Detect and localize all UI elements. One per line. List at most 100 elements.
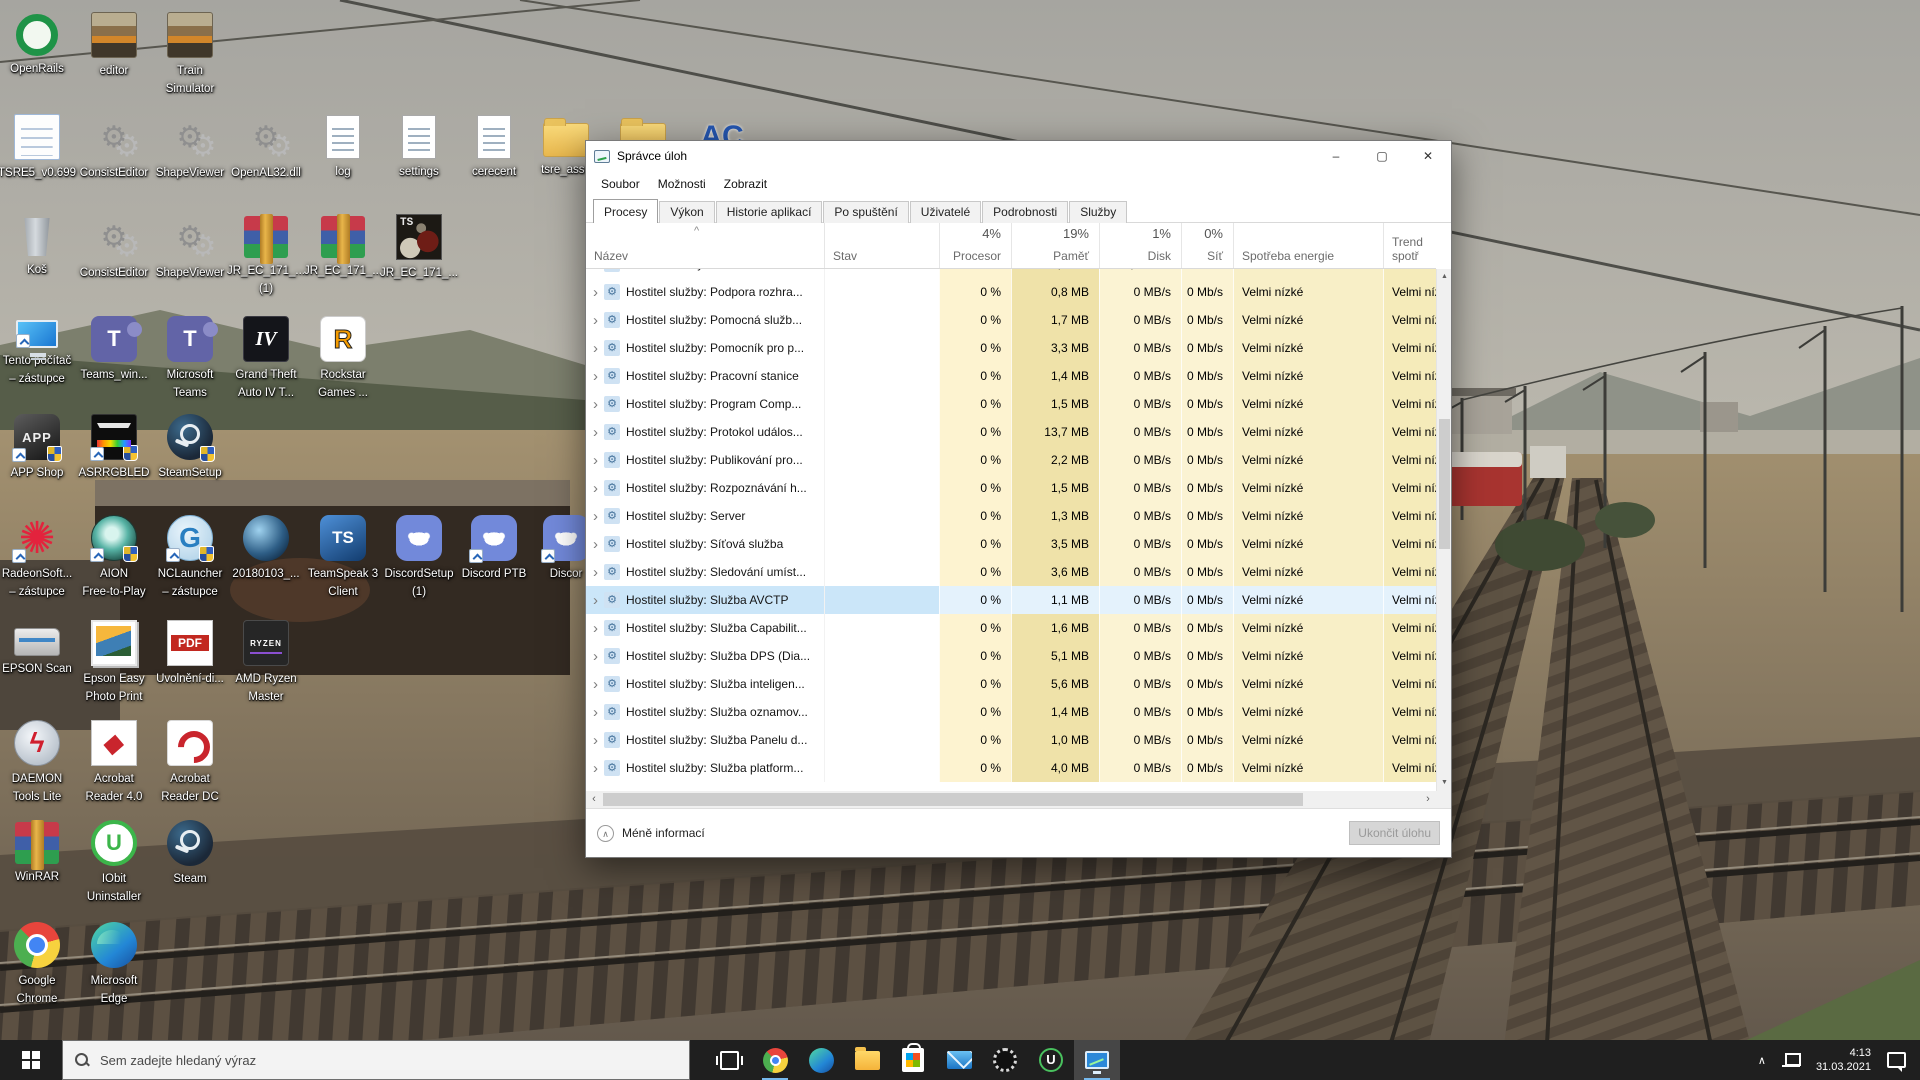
process-row[interactable]: › ⚙ Hostitel služby: Program Comp... 0 %… <box>586 390 1436 418</box>
tab[interactable]: Historie aplikací <box>716 201 823 223</box>
taskbar-iobit-button[interactable]: U <box>1028 1040 1074 1080</box>
desktop-icon-openal32-dll[interactable]: ⚙ OpenAL32.dll <box>224 114 308 181</box>
desktop-icon-jr-ec-171[interactable]: TS JR_EC_171_... <box>377 214 461 281</box>
process-row[interactable]: › ⚙ Hostitel služby: Služba oznamov... 0… <box>586 698 1436 726</box>
desktop-icon-jr-ec-171[interactable]: JR_EC_171_... (1) <box>224 214 308 297</box>
desktop-icon-steam[interactable]: Steam <box>148 820 232 887</box>
desktop-icon-app-shop[interactable]: APP APP Shop <box>0 414 79 481</box>
process-row[interactable]: › ⚙ Hostitel služby: Pomocník pro p... 0… <box>586 334 1436 362</box>
process-row[interactable]: › ⚙ Hostitel služby: Služba AVCTP 0 % 1,… <box>586 586 1436 614</box>
expand-chevron-icon[interactable]: › <box>593 269 598 272</box>
desktop-icon-openrails[interactable]: OpenRails <box>0 12 79 77</box>
expand-chevron-icon[interactable]: › <box>593 285 598 300</box>
process-row[interactable]: › ⚙ Hostitel služby: Server 0 % 1,3 MB 0… <box>586 502 1436 530</box>
expand-chevron-icon[interactable]: › <box>593 369 598 384</box>
start-button[interactable] <box>0 1040 62 1080</box>
column-network[interactable]: 0% Síť <box>1181 223 1233 268</box>
process-row[interactable]: › ⚙ Hostitel služby: Síťová služba 0 % 3… <box>586 530 1436 558</box>
desktop-icon-jr-ec-171[interactable]: JR_EC_171_... <box>301 214 385 279</box>
taskbar-search-input[interactable]: Sem zadejte hledaný výraz <box>62 1040 690 1080</box>
desktop-icon-daemon[interactable]: ϟ DAEMON Tools Lite <box>0 720 79 805</box>
taskbar-gear-button[interactable] <box>982 1040 1028 1080</box>
desktop-icon-amd-ryzen[interactable]: RYZEN AMD Ryzen Master <box>224 620 308 705</box>
taskbar-chrome-button[interactable] <box>752 1040 798 1080</box>
expand-chevron-icon[interactable]: › <box>593 509 598 524</box>
desktop-icon-20180103[interactable]: 20180103_... <box>224 515 308 582</box>
tab[interactable]: Uživatelé <box>910 201 981 223</box>
taskbar-taskmgr-button[interactable] <box>1074 1040 1120 1080</box>
taskbar-clock[interactable]: 4:13 31.03.2021 <box>1816 1046 1871 1075</box>
column-name[interactable]: ^ Název <box>586 223 824 268</box>
taskbar-taskview-button[interactable] <box>706 1040 752 1080</box>
expand-chevron-icon[interactable]: › <box>593 761 598 776</box>
desktop-icon-tento-po-ta[interactable]: Tento počítač – zástupce <box>0 316 79 387</box>
process-row[interactable]: › ⚙ Hostitel služby: Služba platform... … <box>586 754 1436 782</box>
desktop-icon-grand-theft[interactable]: IV Grand Theft Auto IV T... <box>224 316 308 401</box>
desktop-icon-asrrgbled[interactable]: ASRRGBLED <box>72 414 156 481</box>
desktop-icon-ko[interactable]: Koš <box>0 214 79 278</box>
scroll-down-icon[interactable]: ▼ <box>1437 775 1452 791</box>
scroll-left-icon[interactable]: ‹ <box>586 791 602 808</box>
desktop-icon-settings[interactable]: settings <box>377 114 461 180</box>
action-center-icon[interactable] <box>1887 1052 1906 1068</box>
process-row[interactable]: › ⚙ Hostitel služby: Protokol událos... … <box>586 418 1436 446</box>
tab[interactable]: Procesy <box>593 199 658 223</box>
expand-chevron-icon[interactable]: › <box>593 397 598 412</box>
expand-chevron-icon[interactable]: › <box>593 649 598 664</box>
desktop-icon-microsoft[interactable]: T Microsoft Teams <box>148 316 232 401</box>
process-row[interactable]: › ⚙ Hostitel služby: Sledování umíst... … <box>586 558 1436 586</box>
desktop-icon-radeonsoft[interactable]: ✺ RadeonSoft... – zástupce <box>0 515 79 600</box>
vertical-scrollbar[interactable]: ▲ ▼ <box>1436 269 1451 791</box>
desktop-icon-shapeviewer[interactable]: ⚙ ShapeViewer <box>148 114 232 181</box>
desktop-icon-aion[interactable]: AION Free-to-Play <box>72 515 156 600</box>
column-disk[interactable]: 1% Disk <box>1099 223 1181 268</box>
desktop-icon-consisteditor[interactable]: ⚙ ConsistEditor <box>72 114 156 181</box>
column-status[interactable]: Stav <box>824 223 939 268</box>
taskbar-mail-button[interactable] <box>936 1040 982 1080</box>
desktop-icon-teams-win[interactable]: T Teams_win... <box>72 316 156 383</box>
expand-chevron-icon[interactable]: › <box>593 481 598 496</box>
process-row[interactable]: › ⚙ Hostitel služby: Pracovní stanice 0 … <box>586 362 1436 390</box>
process-row[interactable]: › ⚙ Hostitel služby: Služba DPS (Dia... … <box>586 642 1436 670</box>
expand-chevron-icon[interactable]: › <box>593 733 598 748</box>
menu-item[interactable]: Soubor <box>592 177 649 191</box>
expand-chevron-icon[interactable]: › <box>593 313 598 328</box>
menu-item[interactable]: Možnosti <box>649 177 715 191</box>
scroll-up-icon[interactable]: ▲ <box>1437 269 1452 285</box>
tab[interactable]: Podrobnosti <box>982 201 1068 223</box>
taskbar-store-button[interactable] <box>890 1040 936 1080</box>
process-row[interactable]: › ⚙ Hostitel služby: Služba inteligen...… <box>586 670 1436 698</box>
tab[interactable]: Služby <box>1069 201 1127 223</box>
desktop-icon-consisteditor[interactable]: ⚙ ConsistEditor <box>72 214 156 281</box>
desktop-icon-acrobat[interactable]: Acrobat Reader DC <box>148 720 232 805</box>
desktop-icon-tsre5-v0-699[interactable]: TSRE5_v0.699 <box>0 114 79 181</box>
desktop-icon-epson-easy[interactable]: Epson Easy Photo Print <box>72 620 156 705</box>
column-power-trend[interactable]: Trend spotř <box>1383 223 1436 268</box>
expand-chevron-icon[interactable]: › <box>593 565 598 580</box>
process-row[interactable]: › ⚙ Hostitel služby: Podpora rozhra... 0… <box>586 278 1436 306</box>
column-cpu[interactable]: 4% Procesor <box>939 223 1011 268</box>
process-row[interactable]: › ⚙ Hostitel služby: Služba Panelu d... … <box>586 726 1436 754</box>
desktop-icon-uvoln-n-di[interactable]: PDF Uvolnění-di... <box>148 620 232 687</box>
process-row[interactable]: › ⚙ Hostitel služby: Rozpoznávání h... 0… <box>586 474 1436 502</box>
desktop-icon-epson-scan[interactable]: EPSON Scan <box>0 620 79 677</box>
process-row[interactable]: › ⚙ Hostitel služby: Služba Capabilit...… <box>586 614 1436 642</box>
close-button[interactable]: ✕ <box>1405 141 1451 171</box>
expand-chevron-icon[interactable]: › <box>593 593 598 608</box>
desktop-icon-train[interactable]: Train Simulator <box>148 12 232 97</box>
horizontal-scroll-thumb[interactable] <box>603 793 1303 806</box>
process-row[interactable]: › ⚙ Hostitel služby: Pomocná služb... 0 … <box>586 306 1436 334</box>
maximize-button[interactable]: ▢ <box>1359 141 1405 171</box>
taskbar-explorer-button[interactable] <box>844 1040 890 1080</box>
desktop-icon-nclauncher[interactable]: G NCLauncher – zástupce <box>148 515 232 600</box>
process-row[interactable]: › ⚙ Hostitel služby: Publikování pro... … <box>586 446 1436 474</box>
desktop-icon-iobit[interactable]: U IObit Uninstaller <box>72 820 156 905</box>
expand-chevron-icon[interactable]: › <box>593 621 598 636</box>
expand-chevron-icon[interactable]: › <box>593 425 598 440</box>
expand-chevron-icon[interactable]: › <box>593 537 598 552</box>
desktop-icon-shapeviewer[interactable]: ⚙ ShapeViewer <box>148 214 232 281</box>
scroll-right-icon[interactable]: › <box>1420 791 1436 808</box>
process-row[interactable]: › ⚙ Hostitel služby: Plánovač úloh 0 % 3… <box>586 269 1436 278</box>
menu-item[interactable]: Zobrazit <box>715 177 776 191</box>
expand-chevron-icon[interactable]: › <box>593 705 598 720</box>
